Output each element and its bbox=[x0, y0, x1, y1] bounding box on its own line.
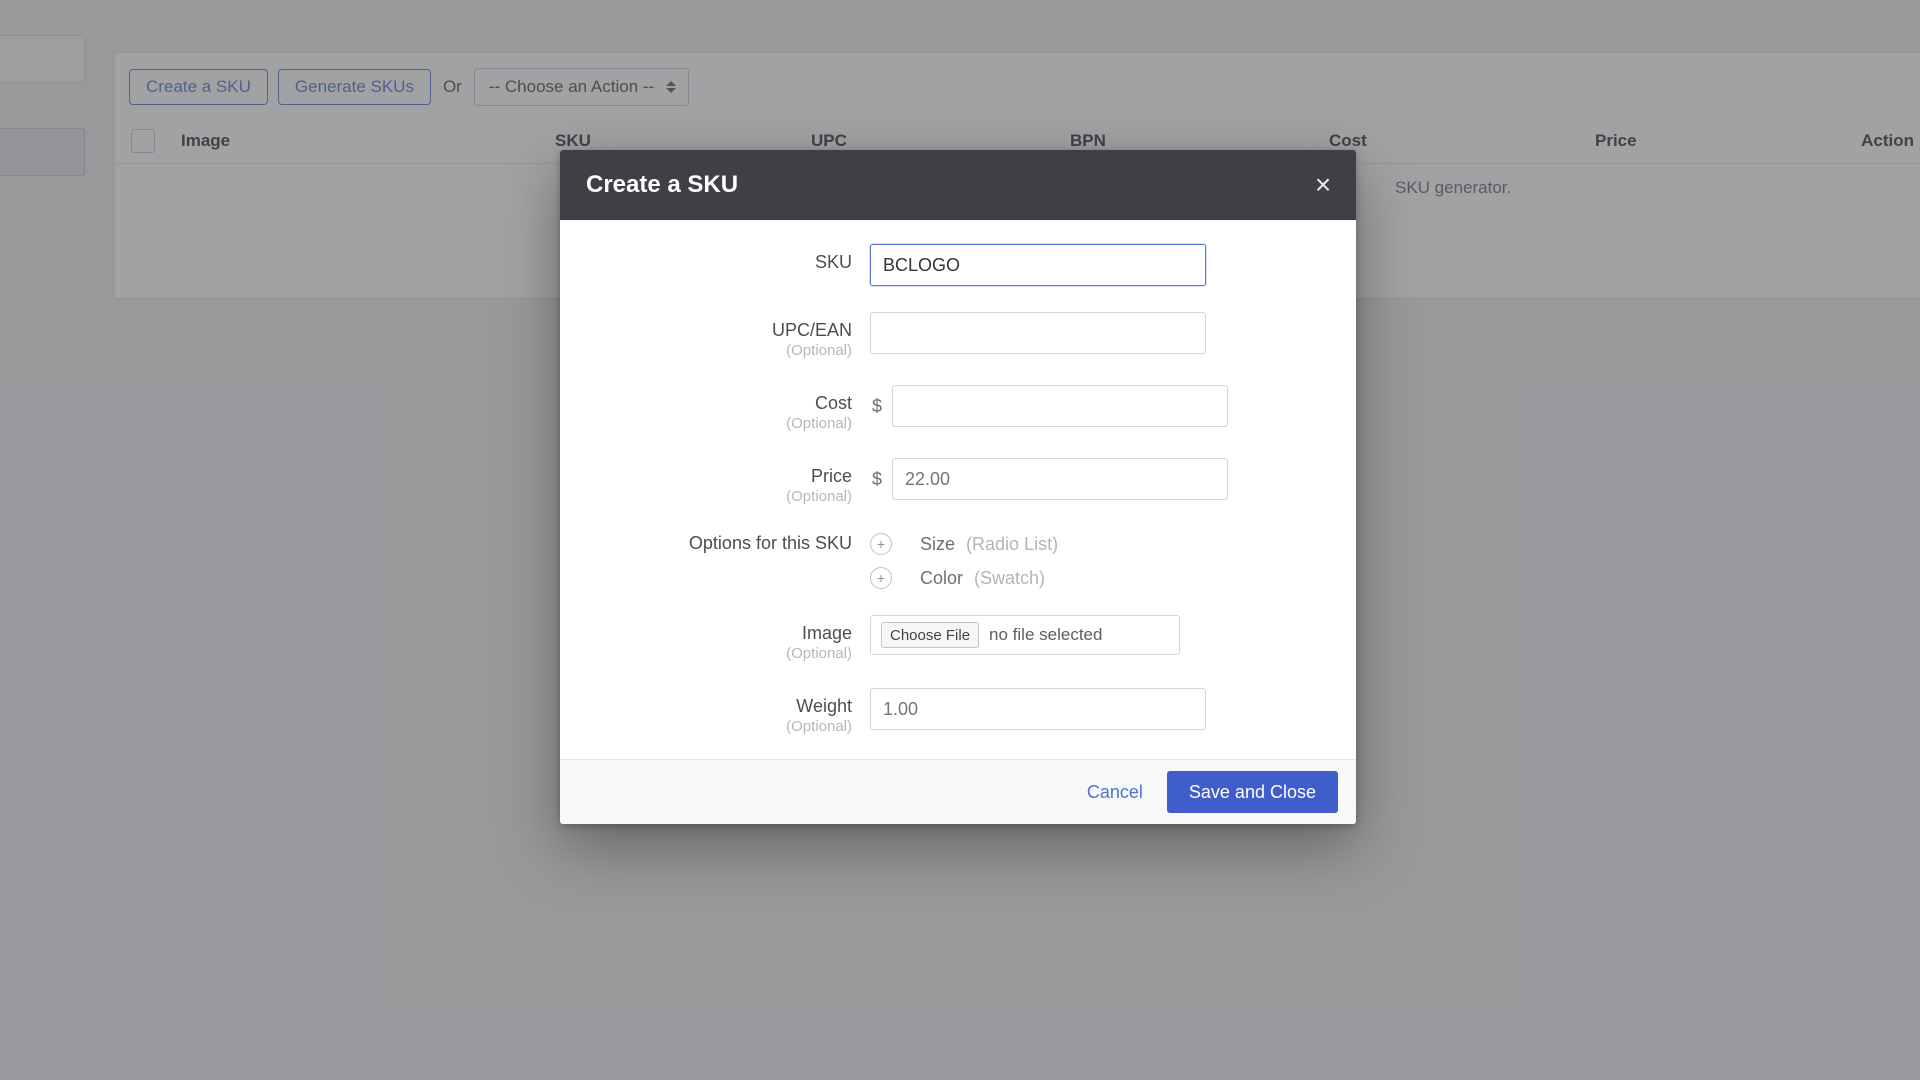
optional-upc: (Optional) bbox=[590, 342, 852, 359]
currency-cost: $ bbox=[870, 396, 884, 417]
optional-cost: (Optional) bbox=[590, 415, 852, 432]
price-input[interactable] bbox=[892, 458, 1228, 500]
option-name-color: Color bbox=[920, 568, 963, 588]
option-color[interactable]: + Color (Swatch) bbox=[870, 567, 1058, 589]
option-type-size: (Radio List) bbox=[966, 534, 1058, 554]
close-icon[interactable]: × bbox=[1306, 168, 1340, 202]
row-price: Price (Optional) $ bbox=[590, 458, 1316, 505]
label-image: Image bbox=[802, 623, 852, 643]
currency-price: $ bbox=[870, 469, 884, 490]
cancel-button[interactable]: Cancel bbox=[1079, 776, 1151, 809]
file-status: no file selected bbox=[989, 625, 1102, 645]
modal-title: Create a SKU bbox=[586, 171, 738, 199]
image-file-input[interactable]: Choose File no file selected bbox=[870, 615, 1180, 655]
weight-input[interactable] bbox=[870, 688, 1206, 730]
option-name-size: Size bbox=[920, 534, 955, 554]
label-options: Options for this SKU bbox=[689, 533, 852, 553]
label-weight: Weight bbox=[796, 696, 852, 716]
upc-input[interactable] bbox=[870, 312, 1206, 354]
option-type-color: (Swatch) bbox=[974, 568, 1045, 588]
row-options: Options for this SKU + Size (Radio List)… bbox=[590, 531, 1316, 589]
plus-icon: + bbox=[870, 567, 892, 589]
label-price: Price bbox=[811, 466, 852, 486]
optional-price: (Optional) bbox=[590, 488, 852, 505]
modal-body: SKU UPC/EAN (Optional) Cost (Optional) $ bbox=[560, 220, 1356, 759]
optional-weight: (Optional) bbox=[590, 718, 852, 735]
row-sku: SKU bbox=[590, 244, 1316, 286]
row-cost: Cost (Optional) $ bbox=[590, 385, 1316, 432]
modal-footer: Cancel Save and Close bbox=[560, 759, 1356, 824]
row-weight: Weight (Optional) bbox=[590, 688, 1316, 735]
optional-image: (Optional) bbox=[590, 645, 852, 662]
cost-input[interactable] bbox=[892, 385, 1228, 427]
create-sku-modal: Create a SKU × SKU UPC/EAN (Optional) bbox=[560, 150, 1356, 824]
sku-input[interactable] bbox=[870, 244, 1206, 286]
label-cost: Cost bbox=[815, 393, 852, 413]
options-list: + Size (Radio List) + Color (Swatch) bbox=[870, 533, 1058, 589]
modal-header: Create a SKU × bbox=[560, 150, 1356, 220]
row-upc: UPC/EAN (Optional) bbox=[590, 312, 1316, 359]
label-sku: SKU bbox=[815, 252, 852, 272]
choose-file-button[interactable]: Choose File bbox=[881, 622, 979, 648]
row-image: Image (Optional) Choose File no file sel… bbox=[590, 615, 1316, 662]
option-size[interactable]: + Size (Radio List) bbox=[870, 533, 1058, 555]
save-button[interactable]: Save and Close bbox=[1167, 771, 1338, 813]
plus-icon: + bbox=[870, 533, 892, 555]
label-upc: UPC/EAN bbox=[772, 320, 852, 340]
